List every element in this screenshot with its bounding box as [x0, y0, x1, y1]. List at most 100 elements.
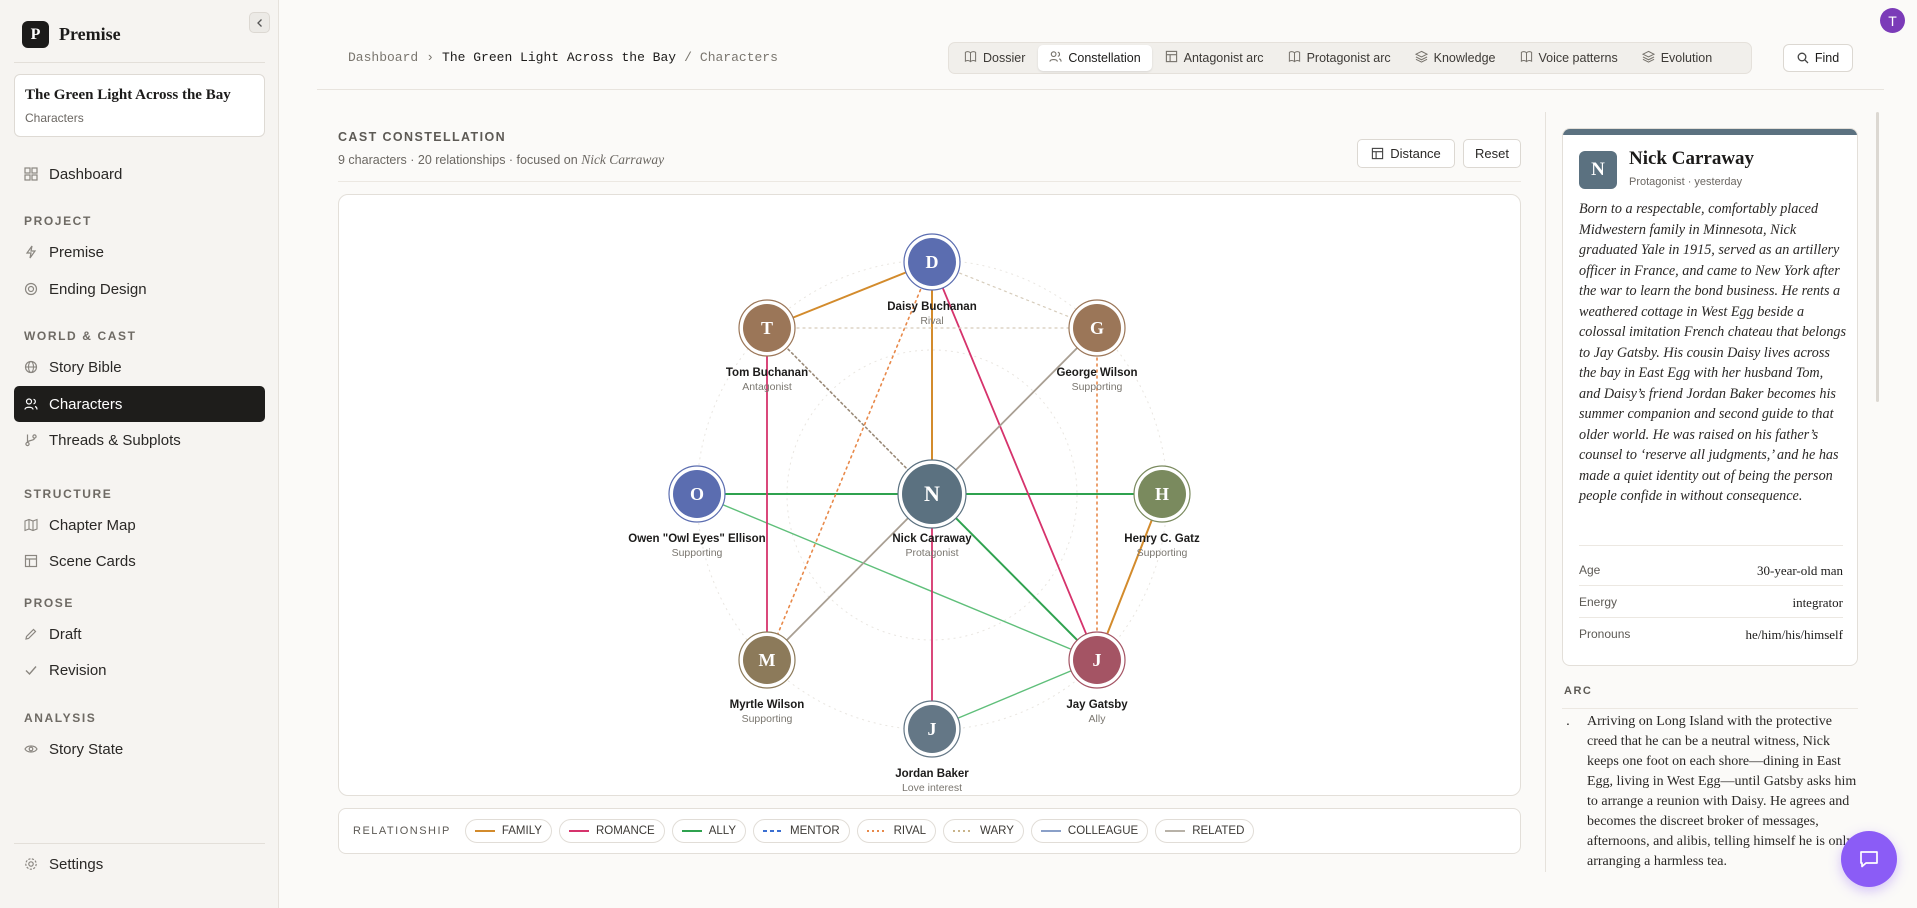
node-name: Jay Gatsby [1066, 699, 1128, 711]
sidebar-item-label: Scene Cards [49, 552, 136, 570]
tab-label: Dossier [983, 51, 1026, 65]
node-initial: M [759, 650, 776, 670]
sidebar-item-ending-design[interactable]: Ending Design [14, 271, 265, 307]
breadcrumb-dashboard[interactable]: Dashboard [348, 50, 418, 65]
sidebar-divider [14, 62, 265, 63]
legend-title: RELATIONSHIP [353, 825, 451, 837]
sidebar-item-dashboard[interactable]: Dashboard [14, 156, 265, 192]
constellation-title: CAST CONSTELLATION [338, 130, 507, 144]
node-role: Rival [920, 315, 943, 327]
relationship-edge-related[interactable] [931, 327, 1098, 495]
field-age: Age 30-year-old man [1579, 563, 1843, 579]
legend-chip-wary[interactable]: WARY [943, 819, 1024, 843]
legend-chip-mentor[interactable]: MENTOR [753, 819, 850, 843]
pen-icon [24, 627, 38, 641]
field-key: Age [1579, 563, 1601, 577]
legend-label: ALLY [708, 825, 736, 837]
character-meta: Protagonist · yesterday [1629, 176, 1743, 188]
panel-divider [1545, 112, 1546, 872]
project-title: The Green Light Across the Bay [25, 87, 231, 103]
field-value: 30-year-old man [1756, 563, 1843, 578]
tab-protagonist-arc[interactable]: Protagonist arc [1277, 45, 1402, 71]
sidebar-item-story-state[interactable]: Story State [14, 731, 265, 767]
grid-icon [24, 167, 38, 181]
legend-swatch [866, 830, 887, 832]
sidebar-item-story-bible[interactable]: Story Bible [14, 349, 265, 385]
distance-button[interactable]: Distance [1357, 139, 1455, 168]
legend-swatch [474, 830, 495, 832]
character-name: Nick Carraway [1629, 148, 1755, 169]
sidebar-item-premise[interactable]: Premise [14, 234, 265, 270]
reset-label: Reset [1475, 146, 1509, 161]
breadcrumb: Dashboard › The Green Light Across the B… [348, 50, 778, 65]
character-node[interactable]: G George Wilson Supporting [1056, 299, 1138, 393]
node-role: Protagonist [905, 547, 958, 559]
sidebar-item-threads-subplots[interactable]: Threads & Subplots [14, 422, 265, 458]
tab-evolution[interactable]: Evolution [1631, 45, 1723, 71]
chat-button[interactable] [1841, 831, 1897, 887]
reset-button[interactable]: Reset [1463, 139, 1521, 168]
section-title-analysis: ANALYSIS [24, 711, 97, 725]
arc-bullet: . [1566, 712, 1570, 728]
card-accent [1563, 129, 1857, 135]
field-divider [1579, 545, 1843, 546]
legend-swatch [1040, 830, 1061, 832]
section-title-project: PROJECT [24, 214, 92, 228]
constellation-svg: D Daisy Buchanan Rival T Tom Buchanan Antagon… [628, 233, 1200, 794]
sidebar-item-settings[interactable]: Settings [14, 846, 265, 882]
character-node[interactable]: J Jordan Baker Love interest [895, 700, 969, 794]
legend-label: COLLEAGUE [1067, 825, 1139, 837]
legend-chip-family[interactable]: FAMILY [464, 819, 552, 843]
legend-chip-rival[interactable]: RIVAL [856, 819, 937, 843]
sidebar-item-label: Chapter Map [49, 516, 136, 534]
sidebar-item-draft[interactable]: Draft [14, 616, 265, 652]
field-value: integrator [1792, 595, 1843, 610]
brand[interactable]: P Premise [22, 21, 121, 48]
character-node[interactable]: M Myrtle Wilson Supporting [730, 631, 805, 725]
relationship-edge-related[interactable] [766, 493, 933, 661]
sidebar-item-characters[interactable]: Characters [14, 386, 265, 422]
sidebar-item-scene-cards[interactable]: Scene Cards [14, 543, 265, 579]
project-card[interactable]: The Green Light Across the Bay Character… [14, 74, 265, 137]
legend-label: ROMANCE [595, 825, 655, 837]
character-avatar: N [1579, 151, 1617, 189]
legend-chip-related[interactable]: RELATED [1155, 819, 1255, 843]
legend-chip-colleague[interactable]: COLLEAGUE [1030, 819, 1149, 843]
check-icon [24, 663, 38, 677]
sidebar-item-label: Draft [49, 625, 82, 643]
legend-chip-ally[interactable]: ALLY [671, 819, 746, 843]
sidebar-item-revision[interactable]: Revision [14, 652, 265, 688]
target-icon [24, 282, 38, 296]
sidebar-item-chapter-map[interactable]: Chapter Map [14, 507, 265, 543]
character-node[interactable]: J Jay Gatsby Ally [1066, 631, 1128, 725]
breadcrumb-project[interactable]: The Green Light Across the Bay [442, 50, 676, 65]
breadcrumb-separator: / [684, 50, 692, 65]
node-role: Supporting [1137, 547, 1188, 559]
layers-icon [1414, 50, 1428, 66]
legend-chip-romance[interactable]: ROMANCE [558, 819, 665, 843]
collapse-sidebar-button[interactable] [249, 12, 270, 33]
panel-scrollbar[interactable] [1876, 112, 1879, 402]
tab-constellation[interactable]: Constellation [1038, 45, 1152, 71]
user-avatar[interactable]: T [1880, 8, 1905, 33]
search-icon [1797, 52, 1809, 64]
node-initial: J [928, 719, 937, 739]
node-name: Myrtle Wilson [730, 699, 805, 711]
legend-chips: FAMILY ROMANCE ALLY MENTOR RIVAL WARY COLLEAGU… [464, 819, 1255, 843]
tab-antagonist-arc[interactable]: Antagonist arc [1154, 45, 1275, 71]
relationship-edge-ally[interactable] [931, 493, 1098, 661]
app-name: Premise [59, 24, 121, 44]
character-node[interactable]: O Owen "Owl Eyes" Ellison Supporting [628, 465, 766, 559]
tab-dossier[interactable]: Dossier [953, 45, 1036, 71]
relationship-edge-wary_dark[interactable] [766, 327, 933, 495]
book-icon [1520, 50, 1533, 66]
find-button[interactable]: Find [1783, 44, 1853, 72]
node-initial: D [926, 252, 939, 272]
character-node[interactable]: H Henry C. Gatz Supporting [1124, 465, 1200, 559]
chat-icon [1860, 851, 1878, 868]
character-node[interactable]: N Nick Carraway Protagonist [892, 459, 972, 559]
tab-knowledge[interactable]: Knowledge [1404, 45, 1507, 71]
section-title-prose: PROSE [24, 596, 75, 610]
legend-swatch [763, 830, 783, 832]
tab-voice-patterns[interactable]: Voice patterns [1509, 45, 1629, 71]
